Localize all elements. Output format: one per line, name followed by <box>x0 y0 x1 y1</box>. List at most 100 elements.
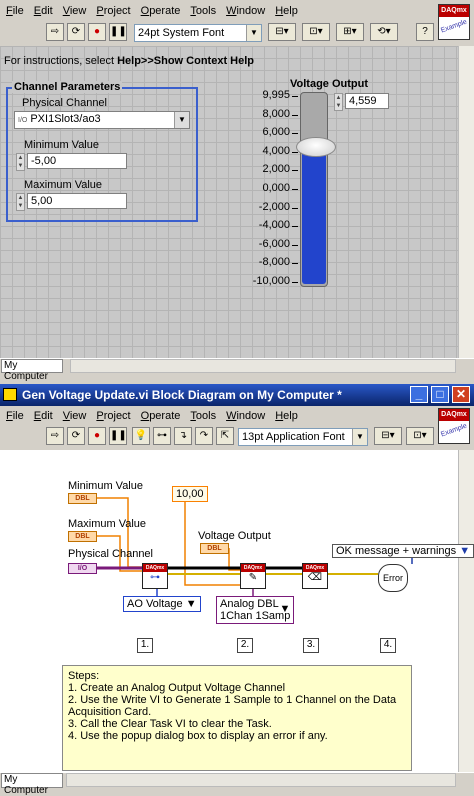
slider-tick-label: 8,000 <box>262 107 290 120</box>
resize-objects-icon[interactable]: ⊞▾ <box>336 23 364 41</box>
steps-title: Steps: <box>68 670 100 682</box>
front-status-bar: My Computer <box>0 358 474 382</box>
step-label-2: 2. <box>237 638 253 653</box>
slider-thumb[interactable] <box>296 137 336 158</box>
chevron-down-icon[interactable]: ▼ <box>174 112 189 128</box>
min-value-field[interactable]: -5,00 <box>27 153 127 169</box>
menu-help[interactable]: Help <box>275 5 298 17</box>
slider-tick-mark <box>292 151 298 153</box>
max-value-stepper[interactable]: ▲ ▼ <box>16 193 25 211</box>
font-select-value: 13pt Application Font <box>242 431 345 443</box>
slider-tick-mark <box>292 114 298 116</box>
physical-channel-select[interactable]: I/O PXI1Slot3/ao3 ▼ <box>14 111 190 129</box>
slider-tick-mark <box>292 282 298 283</box>
max-terminal[interactable]: DBL <box>68 531 97 542</box>
slider-tick-label: -2,000 <box>258 200 290 213</box>
voltage-terminal[interactable]: DBL <box>200 543 229 554</box>
block-window-titlebar[interactable]: Gen Voltage Update.vi Block Diagram on M… <box>0 384 474 406</box>
abort-icon[interactable]: ● <box>88 427 106 445</box>
menu-window[interactable]: Window <box>226 410 265 422</box>
font-select[interactable]: 24pt System Font ▼ <box>134 24 262 42</box>
run-continuous-icon[interactable]: ⟳ <box>67 23 85 41</box>
front-toolbar: ⇨ ⟳ ● ❚❚ 24pt System Font ▼ ⊟▾ ⊡▾ ⊞▾ ⟲▾ ? <box>0 20 474 46</box>
badge-label: DAQmx <box>439 5 469 17</box>
abort-icon[interactable]: ● <box>88 23 106 41</box>
menu-window[interactable]: Window <box>226 5 265 17</box>
channel-terminal[interactable]: I/O <box>68 563 97 574</box>
front-menubar: File Edit View Project Operate Tools Win… <box>0 2 298 19</box>
align-objects-icon[interactable]: ⊟▾ <box>268 23 296 41</box>
step-2: 2. Use the Write VI to Generate 1 Sample… <box>68 694 397 718</box>
constant-10[interactable]: 10,00 <box>172 486 208 502</box>
menu-edit[interactable]: Edit <box>34 5 53 17</box>
menu-edit[interactable]: Edit <box>34 410 53 422</box>
group-title: Channel Parameters <box>12 81 123 93</box>
menu-file[interactable]: File <box>6 410 24 422</box>
voltage-output-label: Voltage Output <box>198 530 271 542</box>
chevron-down-icon: ▼ <box>246 25 261 41</box>
highlight-execution-icon[interactable]: 💡 <box>132 427 150 445</box>
analog-dbl-selector[interactable]: Analog DBL 1Chan 1Samp ▼ <box>216 596 295 624</box>
run-arrow-icon[interactable]: ⇨ <box>46 427 64 445</box>
daqmx-header: DAQmx <box>303 564 327 572</box>
pause-icon[interactable]: ❚❚ <box>109 23 127 41</box>
font-select-value: 24pt System Font <box>138 27 225 39</box>
ok-message-value: OK message + warnings <box>336 545 457 557</box>
menu-file[interactable]: File <box>6 5 24 17</box>
block-menubar: File Edit View Project Operate Tools Win… <box>0 407 298 424</box>
align-objects-icon[interactable]: ⊟▾ <box>374 427 402 445</box>
reorder-icon[interactable]: ⟲▾ <box>370 23 398 41</box>
slider-value-stepper[interactable]: ▲ ▼ <box>334 93 343 111</box>
min-terminal[interactable]: DBL <box>68 493 97 504</box>
font-select[interactable]: 13pt Application Font ▼ <box>238 428 368 446</box>
distribute-objects-icon[interactable]: ⊡▾ <box>406 427 434 445</box>
create-channel-vi[interactable]: DAQmx ⊶ <box>142 563 168 589</box>
slider-tick-label: 9,995 <box>262 89 290 101</box>
menu-operate[interactable]: Operate <box>141 410 181 422</box>
step-over-icon[interactable]: ↷ <box>195 427 213 445</box>
front-vertical-scrollbar[interactable] <box>458 46 474 358</box>
slider-tick-mark <box>292 226 298 228</box>
front-horizontal-scrollbar[interactable] <box>70 359 456 373</box>
menu-view[interactable]: View <box>63 5 87 17</box>
min-value-stepper[interactable]: ▲ ▼ <box>16 153 25 171</box>
clear-task-vi[interactable]: DAQmx ⌫ <box>302 563 328 589</box>
maximize-icon[interactable]: □ <box>431 386 449 403</box>
menu-tools[interactable]: Tools <box>190 410 216 422</box>
error-dialog-icon[interactable]: Error <box>378 564 408 592</box>
distribute-objects-icon[interactable]: ⊡▾ <box>302 23 330 41</box>
run-continuous-icon[interactable]: ⟳ <box>67 427 85 445</box>
menu-tools[interactable]: Tools <box>190 5 216 17</box>
ok-message-ring[interactable]: OK message + warnings ▼ <box>332 544 474 558</box>
context-help-icon[interactable]: ? <box>416 23 434 41</box>
close-icon[interactable]: ✕ <box>452 386 470 403</box>
badge-label: DAQmx <box>439 409 469 421</box>
chevron-down-icon: ▼ <box>459 545 471 557</box>
steps-comment: Steps: 1. Create an Analog Output Voltag… <box>62 665 412 771</box>
menu-project[interactable]: Project <box>96 410 130 422</box>
ao-voltage-selector[interactable]: AO Voltage ▼ <box>123 596 201 612</box>
block-vertical-scrollbar[interactable] <box>458 450 474 772</box>
block-window-title: Gen Voltage Update.vi Block Diagram on M… <box>22 388 342 402</box>
menu-view[interactable]: View <box>63 410 87 422</box>
run-arrow-icon[interactable]: ⇨ <box>46 23 64 41</box>
pause-icon[interactable]: ❚❚ <box>109 427 127 445</box>
step-1: 1. Create an Analog Output Voltage Chann… <box>68 682 286 694</box>
write-vi[interactable]: DAQmx ✎ <box>240 563 266 589</box>
minimize-icon[interactable]: _ <box>410 386 428 403</box>
block-horizontal-scrollbar[interactable] <box>66 773 456 787</box>
daqmx-header: DAQmx <box>143 564 167 572</box>
slider-value-field[interactable]: 4,559 <box>345 93 389 109</box>
step-4: 4. Use the popup dialog box to display a… <box>68 730 328 742</box>
max-value-field[interactable]: 5,00 <box>27 193 127 209</box>
step-out-icon[interactable]: ⇱ <box>216 427 234 445</box>
menu-operate[interactable]: Operate <box>141 5 181 17</box>
step-into-icon[interactable]: ↴ <box>174 427 192 445</box>
menu-project[interactable]: Project <box>96 5 130 17</box>
slider-tick-mark <box>292 244 298 246</box>
menu-help[interactable]: Help <box>275 410 298 422</box>
block-toolbar: ⇨ ⟳ ● ❚❚ 💡 ⊶ ↴ ↷ ⇱ 13pt Application Font… <box>0 424 474 450</box>
slider-tick-mark <box>292 207 298 209</box>
retain-wire-values-icon[interactable]: ⊶ <box>153 427 171 445</box>
slider-tick-label: 6,000 <box>262 126 290 139</box>
